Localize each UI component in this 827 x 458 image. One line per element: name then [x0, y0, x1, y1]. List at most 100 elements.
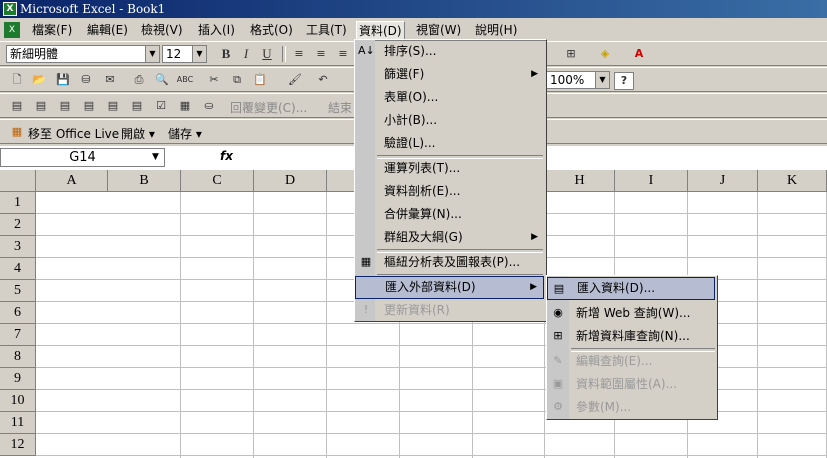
- open-dropdown-button[interactable]: 開啟 ▾: [121, 125, 155, 142]
- name-box-dropdown-icon[interactable]: ▼: [152, 152, 159, 162]
- save-icon[interactable]: 💾: [54, 72, 72, 88]
- zoom-combo[interactable]: 100% ▼: [546, 71, 610, 89]
- data-menu-item-1[interactable]: 篩選(F) ▶: [355, 63, 544, 86]
- bold-button[interactable]: B: [217, 46, 235, 62]
- size-dropdown-arrow-icon[interactable]: ▼: [192, 46, 206, 62]
- spelling-icon[interactable]: ABC: [176, 72, 194, 88]
- import-submenu-item-2[interactable]: ⊞ 新增資料庫查詢(N)...: [547, 325, 715, 348]
- import-submenu-item-1[interactable]: ◉ 新增 Web 查詢(W)...: [547, 302, 715, 325]
- underline-button[interactable]: U: [258, 46, 276, 62]
- workbook-icon[interactable]: X: [4, 22, 20, 38]
- window-title: Microsoft Excel - Book1: [0, 0, 827, 18]
- review-icon-5[interactable]: ▤: [104, 98, 122, 114]
- column-header-c[interactable]: C: [181, 170, 254, 192]
- row-header-10[interactable]: 10: [0, 390, 36, 412]
- zoom-dropdown-arrow-icon[interactable]: ▼: [595, 72, 609, 88]
- checkbox-icon[interactable]: ☑: [152, 98, 170, 114]
- data-menu-item-6[interactable]: 資料剖析(E)...: [355, 180, 544, 203]
- review-icon-7[interactable]: ▦: [176, 98, 194, 114]
- review-icon-4[interactable]: ▤: [80, 98, 98, 114]
- data-menu-item-8[interactable]: 群組及大綱(G) ▶: [355, 226, 544, 249]
- goto-office-live-button[interactable]: 移至 Office Live: [28, 125, 119, 142]
- open-icon[interactable]: 📂: [30, 72, 48, 88]
- row-header-9[interactable]: 9: [0, 368, 36, 390]
- menu-help[interactable]: 說明(H): [473, 21, 519, 39]
- menu-data[interactable]: 資料(D): [356, 21, 405, 41]
- import-submenu-item-3[interactable]: ✎ 編輯查詢(E)...: [547, 350, 715, 373]
- review-icon-3[interactable]: ▤: [56, 98, 74, 114]
- align-left-icon[interactable]: ≡: [290, 46, 308, 62]
- review-icon-1[interactable]: ▤: [8, 98, 26, 114]
- undo-icon[interactable]: ↶: [314, 72, 332, 88]
- row-header-11[interactable]: 11: [0, 412, 36, 434]
- range-properties-icon: ▣: [552, 377, 564, 390]
- data-menu-item-4[interactable]: 驗證(L)...: [355, 132, 544, 155]
- help-button[interactable]: ?: [614, 72, 634, 90]
- review-icon-6[interactable]: ▤: [128, 98, 146, 114]
- align-center-icon[interactable]: ≡: [312, 46, 330, 62]
- data-menu-item-9[interactable]: ▦ 樞紐分析表及圖報表(P)...: [355, 251, 544, 274]
- submenu-item-label: 編輯查詢(E)...: [576, 354, 653, 368]
- cut-icon[interactable]: ✂: [205, 72, 223, 88]
- menu-window[interactable]: 視窗(W): [414, 21, 463, 39]
- borders-icon[interactable]: ⊞: [562, 46, 580, 62]
- column-header-b[interactable]: B: [108, 170, 181, 192]
- import-submenu-item-0[interactable]: ▤ 匯入資料(D)...: [547, 277, 715, 300]
- row-header-6[interactable]: 6: [0, 302, 36, 324]
- row-header-12[interactable]: 12: [0, 434, 36, 456]
- excel-app-icon[interactable]: X: [3, 2, 17, 16]
- italic-button[interactable]: I: [237, 46, 255, 62]
- review-icon-2[interactable]: ▤: [32, 98, 50, 114]
- new-icon[interactable]: 🗋: [8, 72, 26, 88]
- data-menu-item-11[interactable]: ! 更新資料(R): [355, 299, 544, 322]
- font-color-icon[interactable]: A: [630, 46, 648, 62]
- font-size-combo[interactable]: 12 ▼: [162, 45, 207, 63]
- data-menu-item-5[interactable]: 運算列表(T)...: [355, 157, 544, 180]
- format-painter-icon[interactable]: 🖌: [286, 72, 304, 88]
- fill-color-icon[interactable]: ◈: [596, 46, 614, 62]
- paste-icon[interactable]: 📋: [251, 72, 269, 88]
- submenu-arrow-icon: ▶: [531, 232, 538, 242]
- permission-icon[interactable]: ⛁: [77, 72, 95, 88]
- menu-file[interactable]: 檔案(F): [30, 21, 74, 39]
- data-menu-item-0[interactable]: A↓ 排序(S)...: [355, 40, 544, 63]
- font-name-combo[interactable]: 新細明體 ▼: [6, 45, 160, 63]
- column-header-k[interactable]: K: [758, 170, 827, 192]
- row-header-5[interactable]: 5: [0, 280, 36, 302]
- row-header-3[interactable]: 3: [0, 236, 36, 258]
- column-header-h[interactable]: H: [545, 170, 615, 192]
- copy-icon[interactable]: ⧉: [228, 72, 246, 88]
- row-header-8[interactable]: 8: [0, 346, 36, 368]
- column-header-i[interactable]: I: [615, 170, 688, 192]
- name-box[interactable]: G14: [0, 148, 165, 167]
- menu-tools[interactable]: 工具(T): [304, 21, 349, 39]
- select-all-corner[interactable]: [0, 170, 36, 192]
- print-preview-icon[interactable]: 🔍: [153, 72, 171, 88]
- review-icon-8[interactable]: ⛀: [200, 98, 218, 114]
- row-header-2[interactable]: 2: [0, 214, 36, 236]
- row-header-4[interactable]: 4: [0, 258, 36, 280]
- row-header-1[interactable]: 1: [0, 192, 36, 214]
- insert-function-icon[interactable]: fx: [220, 149, 233, 163]
- save-dropdown-button[interactable]: 儲存 ▾: [168, 125, 202, 142]
- print-icon[interactable]: ⎙: [130, 72, 148, 88]
- row-header-7[interactable]: 7: [0, 324, 36, 346]
- column-header-d[interactable]: D: [254, 170, 327, 192]
- menu-format[interactable]: 格式(O): [248, 21, 295, 39]
- menu-insert[interactable]: 插入(I): [196, 21, 237, 39]
- align-right-icon[interactable]: ≡: [334, 46, 352, 62]
- data-menu-item-3[interactable]: 小計(B)...: [355, 109, 544, 132]
- data-menu-item-2[interactable]: 表單(O)...: [355, 86, 544, 109]
- reply-with-changes-button[interactable]: 回覆變更(C)...: [230, 99, 307, 116]
- data-menu-item-10[interactable]: 匯入外部資料(D) ▶: [355, 276, 544, 299]
- menu-edit[interactable]: 編輯(E): [85, 21, 130, 39]
- column-header-a[interactable]: A: [36, 170, 108, 192]
- email-icon[interactable]: ✉: [101, 72, 119, 88]
- end-review-button[interactable]: 結束: [328, 99, 352, 116]
- font-dropdown-arrow-icon[interactable]: ▼: [145, 46, 159, 62]
- column-header-j[interactable]: J: [688, 170, 758, 192]
- import-submenu-item-5[interactable]: ⚙ 參數(M)...: [547, 396, 715, 419]
- import-submenu-item-4[interactable]: ▣ 資料範圍屬性(A)...: [547, 373, 715, 396]
- data-menu-item-7[interactable]: 合併彙算(N)...: [355, 203, 544, 226]
- menu-view[interactable]: 檢視(V): [139, 21, 185, 39]
